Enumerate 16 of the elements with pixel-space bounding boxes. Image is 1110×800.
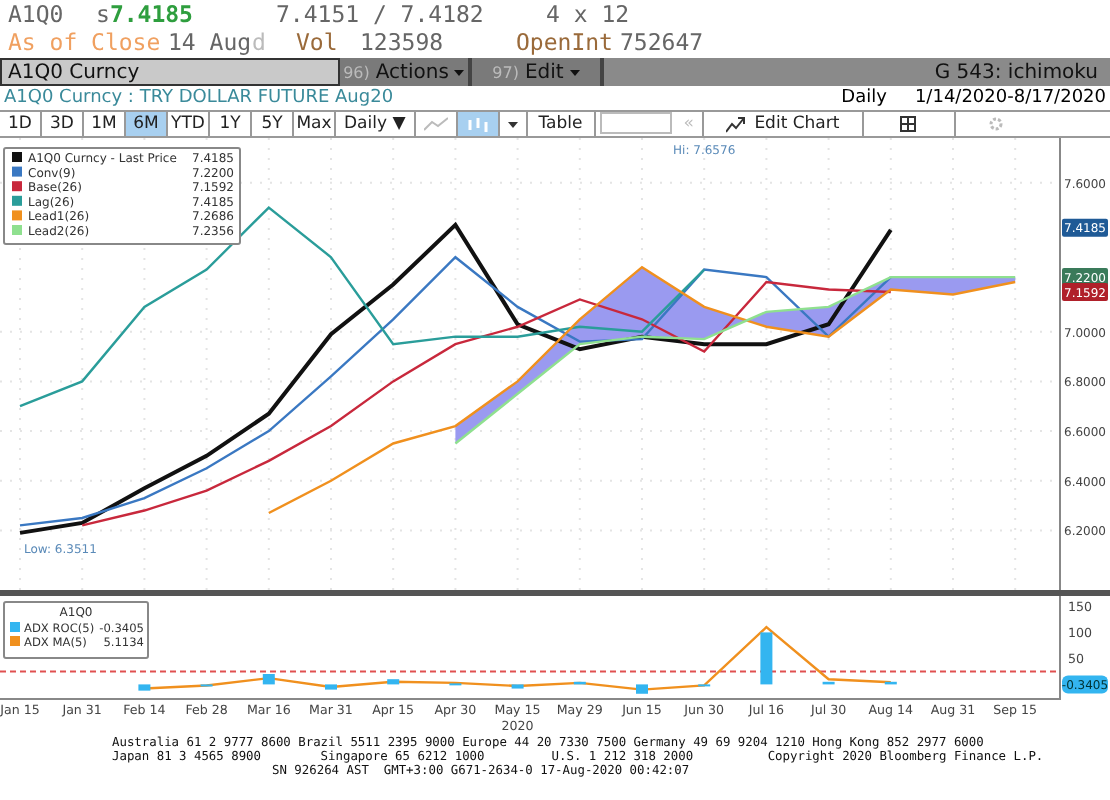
frequency-label: Daily	[841, 88, 887, 108]
price-source: s	[96, 0, 110, 28]
page-title: G 543: ichimoku	[934, 59, 1100, 86]
close-date: 14 Aug	[168, 28, 252, 56]
last-price: 7.4185	[109, 0, 193, 28]
ticker-symbol: A1Q0	[8, 0, 66, 28]
volume-value: 123598	[360, 28, 446, 56]
security-description: A1Q0 Curncy : TRY DOLLAR FUTURE Aug20	[4, 88, 394, 108]
date-suffix-text: d	[252, 28, 268, 56]
date-range: 1/14/2020-8/17/2020	[914, 88, 1106, 108]
bid-ask-size: 4 x 12	[546, 0, 632, 28]
open-interest-value: 752647	[620, 28, 706, 56]
as-of-close-label: As of Close	[8, 28, 163, 56]
volume-label: Vol	[296, 28, 340, 56]
open-interest-label: OpenInt	[516, 28, 615, 56]
bid-ask: 7.4151 / 7.4182	[276, 0, 486, 28]
